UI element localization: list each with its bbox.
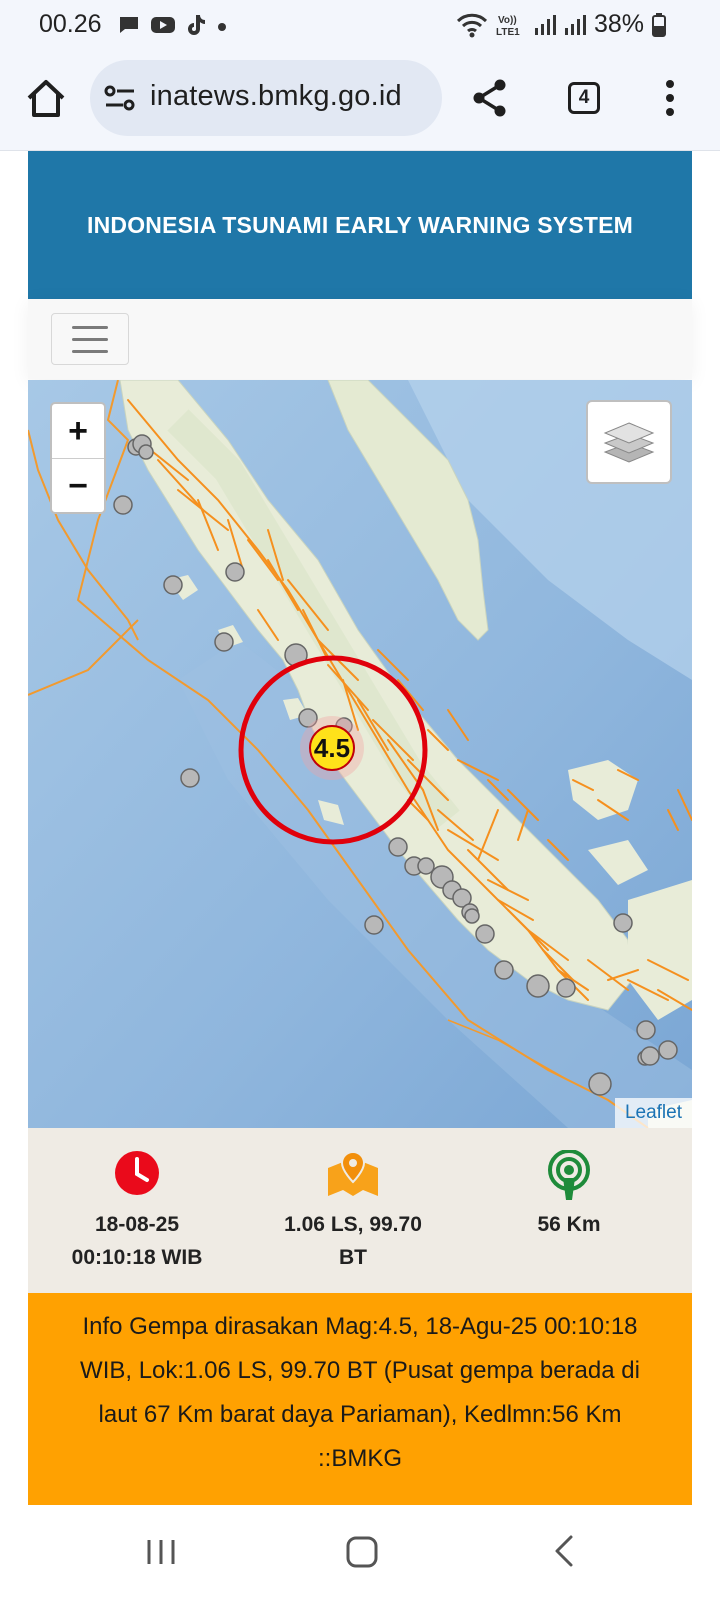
earthquake-info-strip: 18-08-25 00:10:18 WIB 1.06 LS, 99.70 BT <box>28 1128 692 1293</box>
tab-switcher-button[interactable]: 4 <box>568 82 600 114</box>
info-depth: 56 Km <box>464 1150 674 1241</box>
recent-apps-icon[interactable] <box>146 1538 176 1566</box>
epicenter-magnitude: 4.5 <box>314 733 350 763</box>
map-pin-icon <box>328 1150 378 1196</box>
home-icon[interactable] <box>24 76 68 120</box>
info-time: 18-08-25 00:10:18 WIB <box>32 1150 242 1274</box>
info-coordinates-line1: 1.06 LS, 99.70 <box>284 1213 422 1236</box>
layers-button[interactable] <box>586 400 672 484</box>
system-status: Vo)) LTE1 38% <box>456 10 666 39</box>
svg-text:LTE1: LTE1 <box>496 27 520 38</box>
site-header: INDONESIA TSUNAMI EARLY WARNING SYSTEM <box>28 151 692 299</box>
share-icon[interactable] <box>470 78 510 118</box>
layers-icon <box>603 422 655 463</box>
youtube-icon <box>151 17 175 33</box>
svg-text:Vo)): Vo)) <box>498 15 517 26</box>
battery-percent: 38% <box>593 10 644 38</box>
info-coordinates-line2: BT <box>339 1246 367 1269</box>
web-page: INDONESIA TSUNAMI EARLY WARNING SYSTEM 4… <box>0 151 720 1506</box>
menu-line <box>72 325 108 329</box>
info-location: 1.06 LS, 99.70 BT <box>248 1150 458 1274</box>
url-text[interactable]: inatews.bmkg.go.id <box>150 80 402 113</box>
status-time: 00.26 <box>39 10 102 38</box>
site-title: INDONESIA TSUNAMI EARLY WARNING SYSTEM <box>86 211 634 238</box>
info-time-value: 00:10:18 WIB <box>71 1246 203 1269</box>
more-options-icon[interactable] <box>664 78 676 118</box>
status-bar: 00.26 Vo)) LTE1 38% <box>0 0 720 52</box>
zoom-in-button[interactable]: + <box>52 404 104 459</box>
chat-icon <box>120 17 138 33</box>
menu-line <box>72 349 108 353</box>
menu-line <box>72 337 108 341</box>
address-bar[interactable]: inatews.bmkg.go.id <box>90 60 442 136</box>
hamburger-menu-button[interactable] <box>51 313 129 365</box>
volte-icon: Vo)) LTE1 <box>496 15 520 38</box>
signal-icon <box>534 14 556 35</box>
map-attribution-link[interactable]: Leaflet <box>614 1098 692 1128</box>
wifi-icon <box>456 13 488 37</box>
earthquake-alert-banner: Info Gempa dirasakan Mag:4.5, 18-Agu-25 … <box>28 1293 692 1505</box>
earthquake-map[interactable]: 4.5 + − Leaflet <box>28 380 692 1128</box>
clock-icon <box>115 1151 159 1195</box>
site-nav <box>28 299 692 379</box>
site-settings-icon[interactable] <box>104 84 136 112</box>
dot-icon <box>218 23 226 31</box>
broadcast-icon <box>548 1150 590 1200</box>
zoom-out-button[interactable]: − <box>52 459 104 513</box>
browser-toolbar: inatews.bmkg.go.id 4 <box>0 52 720 151</box>
tiktok-icon <box>188 15 205 35</box>
map-tiles[interactable]: 4.5 <box>28 380 692 1128</box>
signal-icon <box>564 14 586 35</box>
battery-icon <box>652 12 666 37</box>
info-date: 18-08-25 <box>94 1213 180 1236</box>
home-nav-icon[interactable] <box>346 1536 378 1568</box>
system-nav-bar <box>0 1506 720 1600</box>
info-depth-value: 56 Km <box>537 1213 601 1236</box>
notification-icons <box>118 14 228 36</box>
zoom-control: + − <box>50 402 106 514</box>
back-icon[interactable] <box>552 1534 576 1568</box>
